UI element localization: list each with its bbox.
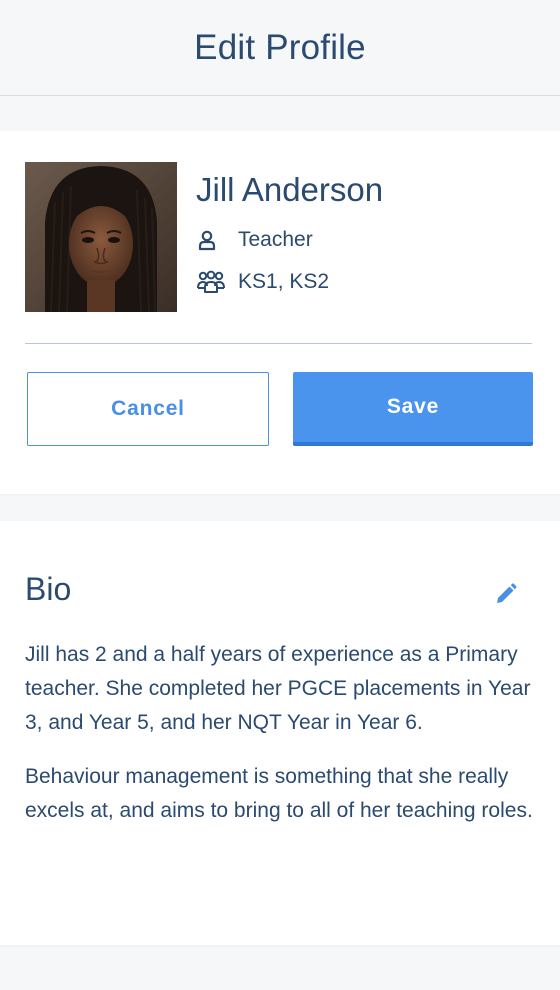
- group-icon: [196, 269, 228, 295]
- key-stages-row: KS1, KS2: [196, 269, 329, 295]
- bio-card: Bio Jill has 2 and a half years of exper…: [0, 521, 560, 945]
- app-header: Edit Profile: [0, 0, 560, 96]
- avatar-photo: [25, 162, 177, 312]
- save-button[interactable]: Save: [293, 372, 533, 446]
- pencil-icon[interactable]: [494, 582, 518, 606]
- role-label: Teacher: [238, 228, 313, 251]
- role-row: Teacher: [196, 227, 313, 253]
- key-stages-label: KS1, KS2: [238, 270, 330, 293]
- profile-name: Jill Anderson: [196, 171, 384, 208]
- bio-title: Bio: [25, 571, 72, 607]
- bio-paragraph: Behaviour management is something that s…: [25, 765, 533, 822]
- avatar: [25, 162, 177, 312]
- page-title: Edit Profile: [194, 27, 366, 67]
- divider: [25, 343, 532, 344]
- bio-text: Jill has 2 and a half years of experienc…: [25, 638, 535, 848]
- cancel-button[interactable]: Cancel: [27, 372, 269, 446]
- bio-paragraph: Jill has 2 and a half years of experienc…: [25, 643, 531, 734]
- profile-card: Jill Anderson Teacher KS1, KS2 Cancel Sa…: [0, 131, 560, 494]
- person-icon: [196, 227, 228, 253]
